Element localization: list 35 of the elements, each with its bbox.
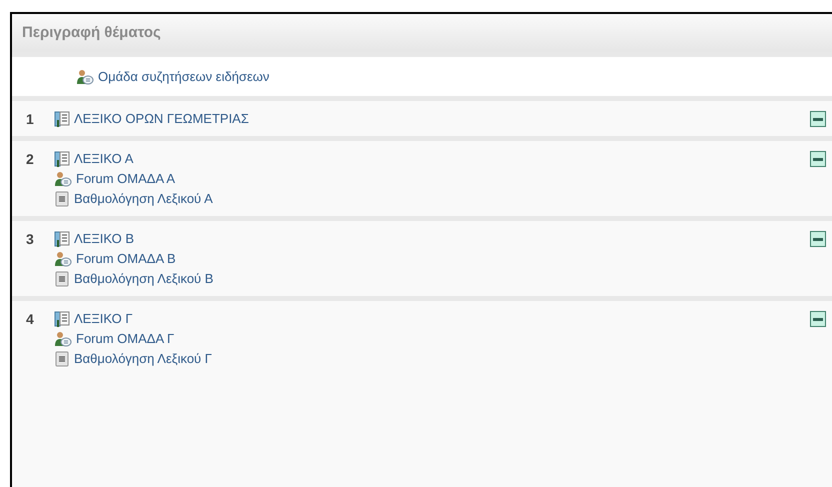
minus-icon <box>813 238 823 240</box>
user-chat-icon <box>54 171 72 187</box>
book-icon <box>54 151 70 167</box>
minus-icon <box>813 318 823 320</box>
activity-link[interactable]: Forum ΟΜΑΔΑ Α <box>76 169 175 189</box>
document-icon <box>54 191 70 207</box>
collapse-button[interactable] <box>810 111 826 127</box>
book-icon <box>54 231 70 247</box>
user-chat-icon <box>54 331 72 347</box>
activity-link[interactable]: ΛΕΞΙΚΟ Γ <box>74 309 133 329</box>
section-number: 1 <box>26 110 35 129</box>
activity-link[interactable]: Ομάδα συζητήσεων ειδήσεων <box>98 66 270 86</box>
book-icon <box>54 111 70 127</box>
minus-icon <box>813 118 823 120</box>
user-chat-icon <box>54 251 72 267</box>
collapse-button[interactable] <box>810 311 826 327</box>
user-chat-icon <box>76 68 94 84</box>
activity-link[interactable]: Βαθμολόγηση Λεξικού Γ <box>74 349 212 369</box>
activity-link[interactable]: Βαθμολόγηση Λεξικού Α <box>74 189 213 209</box>
activity-link[interactable]: ΛΕΞΙΚΟ Β <box>74 229 134 249</box>
collapse-button[interactable] <box>810 151 826 167</box>
panel-title: Περιγραφή θέματος <box>22 22 161 43</box>
book-icon <box>54 311 70 327</box>
activity-link[interactable]: ΛΕΞΙΚΟ Α <box>74 149 134 169</box>
collapse-button[interactable] <box>810 231 826 247</box>
section-number: 2 <box>26 150 35 169</box>
document-icon <box>54 271 70 287</box>
section-number: 4 <box>26 310 35 329</box>
document-icon <box>54 351 70 367</box>
section-number: 3 <box>26 230 35 249</box>
activity-link[interactable]: Forum ΟΜΑΔΑ Γ <box>76 329 174 349</box>
minus-icon <box>813 158 823 160</box>
activity-link[interactable]: Βαθμολόγηση Λεξικού Β <box>74 269 214 289</box>
activity-link[interactable]: ΛΕΞΙΚΟ ΟΡΩΝ ΓΕΩΜΕΤΡΙΑΣ <box>74 109 249 129</box>
activity-link[interactable]: Forum ΟΜΑΔΑ Β <box>76 249 176 269</box>
